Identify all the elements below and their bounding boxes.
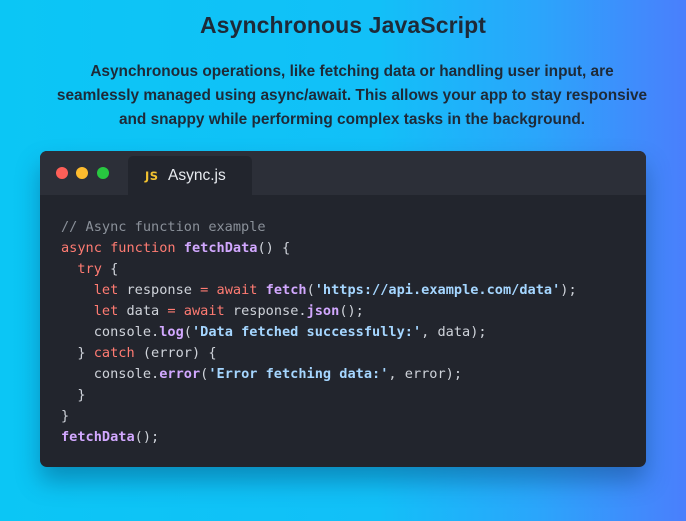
code-line: fetchData(); — [61, 427, 577, 448]
code-token-keyword: await — [216, 282, 258, 298]
code-token-func: fetch — [265, 282, 307, 298]
code-token-plain: () { — [257, 240, 291, 256]
code-token-plain: ( — [306, 282, 315, 298]
code-token-func: log — [159, 324, 184, 340]
code-token-keyword: = — [167, 303, 176, 319]
close-window-dot[interactable] — [56, 167, 68, 179]
code-line: let data = await response.json(); — [61, 301, 577, 322]
code-token-plain: response. — [224, 303, 307, 319]
tab-filename: Async.js — [168, 167, 226, 184]
code-token-plain: response — [118, 282, 201, 298]
maximize-window-dot[interactable] — [97, 167, 109, 179]
code-token-func: fetchData — [61, 429, 135, 445]
code-token-keyword: function — [110, 240, 176, 256]
code-token-func: json — [306, 303, 340, 319]
code-token-keyword: catch — [93, 345, 135, 361]
code-line: } catch (error) { — [61, 343, 577, 364]
code-token-plain: } — [61, 408, 70, 424]
tab-async-js[interactable]: JS Async.js — [128, 156, 252, 195]
code-token-plain: , data); — [421, 324, 487, 340]
code-token-func: error — [159, 366, 201, 382]
code-token-keyword: try — [77, 261, 102, 277]
code-block: // Async function example async function … — [61, 217, 577, 448]
code-line: async function fetchData() { — [61, 238, 577, 259]
code-token-plain: console. — [61, 324, 160, 340]
code-token-keyword: await — [183, 303, 225, 319]
code-token-keyword: let — [93, 282, 119, 298]
code-line: // Async function example — [61, 217, 577, 238]
code-line: console.error('Error fetching data:', er… — [61, 364, 577, 385]
code-token-plain: ); — [560, 282, 577, 298]
code-token-plain: data — [118, 303, 168, 319]
code-line: } — [61, 406, 577, 427]
code-line: try { — [61, 259, 577, 280]
code-token-plain: (); — [339, 303, 364, 319]
code-token-plain: console. — [61, 366, 160, 382]
page-title: Asynchronous JavaScript — [199, 12, 487, 38]
code-token-plain: { — [101, 261, 119, 277]
code-token-keyword: let — [93, 303, 119, 319]
code-token-keyword: async — [61, 240, 102, 256]
code-token-plain: ( — [183, 324, 192, 340]
code-token-string: 'Data fetched successfully:' — [191, 324, 422, 340]
code-token-plain: (error) { — [134, 345, 217, 361]
page-description: Asynchronous operations, like fetching d… — [56, 63, 648, 128]
javascript-file-icon: JS — [145, 169, 159, 183]
code-token-string: 'https://api.example.com/data' — [314, 282, 561, 298]
code-token-func: fetchData — [183, 240, 258, 256]
minimize-window-dot[interactable] — [76, 167, 88, 179]
code-line: } — [61, 385, 577, 406]
code-token-plain: } — [61, 345, 94, 361]
code-token-plain: (); — [134, 429, 160, 445]
code-token-plain: , error); — [388, 366, 463, 382]
code-token-string: 'Error fetching data:' — [208, 366, 389, 382]
code-token-comment: // Async function example — [61, 219, 266, 235]
editor-titlebar: JS Async.js — [40, 151, 646, 195]
code-line: console.log('Data fetched successfully:'… — [61, 322, 577, 343]
code-token-plain: } — [61, 387, 86, 403]
code-editor-window: JS Async.js // Async function example asy… — [40, 151, 646, 467]
code-line: let response = await fetch('https://api.… — [61, 280, 577, 301]
